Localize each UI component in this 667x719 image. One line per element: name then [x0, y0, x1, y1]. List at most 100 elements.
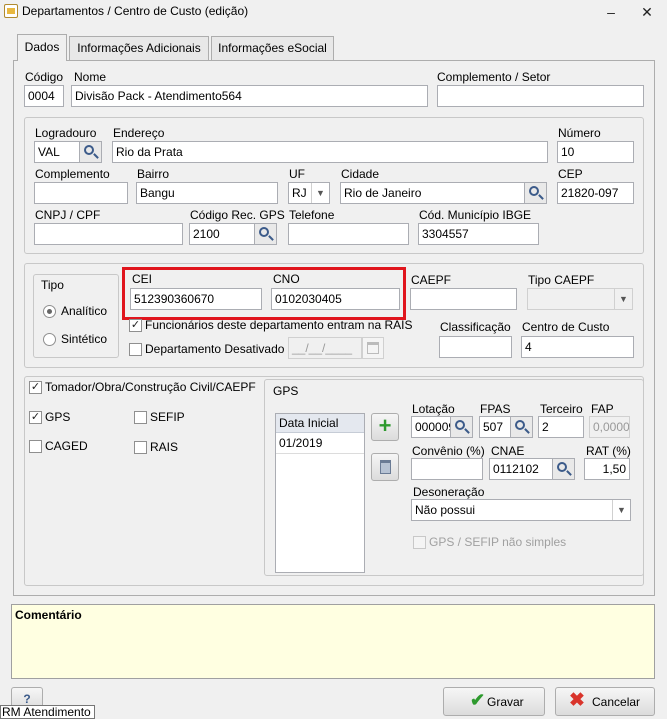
search-icon — [455, 420, 465, 430]
search-icon — [515, 420, 525, 430]
sefip-label: SEFIP — [150, 410, 185, 424]
caepf-label: CAEPF — [411, 273, 452, 287]
tipo-caepf-select[interactable]: ▼ — [527, 288, 633, 310]
centro-custo-label: Centro de Custo — [522, 320, 610, 334]
caged-label: CAGED — [45, 439, 88, 453]
lotacao-input[interactable]: 000009 — [411, 416, 451, 438]
data-inicial-grid[interactable]: Data Inicial 01/2019 — [275, 413, 365, 573]
desoneracao-label: Desoneração — [413, 485, 485, 499]
comment-box[interactable]: Comentário — [11, 604, 655, 679]
tomador-checkbox[interactable]: ✓ — [29, 381, 42, 394]
fpas-input[interactable]: 507 — [479, 416, 511, 438]
delete-button[interactable] — [371, 453, 399, 481]
complemento-input[interactable] — [34, 182, 128, 204]
close-button[interactable]: ✕ — [633, 1, 661, 23]
telefone-label: Telefone — [289, 208, 335, 222]
cancelar-label: Cancelar — [592, 695, 641, 709]
add-button[interactable]: + — [371, 413, 399, 441]
cidade-input[interactable]: Rio de Janeiro — [340, 182, 525, 204]
funcionarios-rais-checkbox[interactable]: ✓ — [129, 319, 142, 332]
codigo-label: Código — [25, 70, 64, 84]
gps-sefip-label: GPS / SEFIP não simples — [429, 535, 567, 549]
desoneracao-value: Não possui — [415, 503, 476, 517]
calendar-icon — [367, 342, 379, 354]
lotacao-search-button[interactable] — [451, 416, 473, 438]
grid-header: Data Inicial — [276, 414, 364, 433]
search-icon — [557, 462, 567, 472]
uf-select[interactable]: RJ ▼ — [288, 182, 330, 204]
tab-informacoes-esocial[interactable]: Informações eSocial — [211, 36, 334, 60]
chevron-down-icon: ▼ — [311, 183, 329, 203]
funcionarios-rais-label: Funcionários deste departamento entram n… — [145, 318, 413, 332]
gps-sefip-checkbox[interactable] — [413, 536, 426, 549]
fpas-label: FPAS — [480, 402, 511, 416]
complemento-label: Complemento — [35, 167, 110, 181]
tomador-label: Tomador/Obra/Construção Civil/CAEPF — [45, 380, 256, 394]
terceiro-input[interactable]: 2 — [538, 416, 584, 438]
check-icon: ✔ — [470, 690, 486, 710]
fap-input[interactable]: 0,0000 — [589, 416, 630, 438]
convenio-input[interactable] — [411, 458, 483, 480]
cep-label: CEP — [558, 167, 583, 181]
bairro-label: Bairro — [137, 167, 170, 181]
cod-rec-gps-input[interactable]: 2100 — [189, 223, 255, 245]
codigo-input[interactable]: 0004 — [24, 85, 64, 107]
endereco-label: Endereço — [113, 126, 165, 140]
cnae-label: CNAE — [491, 444, 525, 458]
bairro-input[interactable]: Bangu — [136, 182, 278, 204]
fap-label: FAP — [591, 402, 614, 416]
comment-label: Comentário — [15, 608, 82, 622]
caepf-input[interactable] — [410, 288, 517, 310]
desoneracao-select[interactable]: Não possui ▼ — [411, 499, 631, 521]
rais-checkbox[interactable] — [134, 441, 147, 454]
chevron-down-icon: ▼ — [614, 289, 632, 309]
telefone-input[interactable] — [288, 223, 409, 245]
cnae-input[interactable]: 0112102 — [489, 458, 553, 480]
sefip-checkbox[interactable] — [134, 411, 147, 424]
cnae-search-button[interactable] — [553, 458, 575, 480]
sintetico-radio[interactable] — [43, 333, 56, 346]
convenio-label: Convênio (%) — [412, 444, 485, 458]
tooltip: RM Atendimento — [0, 705, 95, 719]
search-icon — [529, 186, 539, 196]
cep-input[interactable]: 21820-097 — [557, 182, 634, 204]
logradouro-input[interactable]: VAL — [34, 141, 80, 163]
caged-checkbox[interactable] — [29, 440, 42, 453]
cancelar-button[interactable]: ✖ Cancelar — [555, 687, 655, 716]
chevron-down-icon: ▼ — [612, 500, 630, 520]
search-icon — [259, 227, 269, 237]
logradouro-search-button[interactable] — [80, 141, 102, 163]
cod-rec-gps-label: Código Rec. GPS — [190, 208, 285, 222]
numero-input[interactable]: 10 — [557, 141, 634, 163]
cod-municipio-label: Cód. Município IBGE — [419, 208, 532, 222]
gps-checkbox[interactable]: ✓ — [29, 411, 42, 424]
departamento-desativado-checkbox[interactable] — [129, 343, 142, 356]
complemento-setor-input[interactable] — [437, 85, 644, 107]
logradouro-label: Logradouro — [35, 126, 97, 140]
centro-custo-input[interactable]: 4 — [521, 336, 634, 358]
classificacao-label: Classificação — [440, 320, 511, 334]
gps-legend: GPS — [273, 384, 299, 398]
rat-input[interactable]: 1,50 — [584, 458, 630, 480]
cnpj-cpf-input[interactable] — [34, 223, 183, 245]
minimize-button[interactable]: – — [597, 1, 625, 23]
cancel-icon: ✖ — [569, 690, 585, 711]
gravar-button[interactable]: ✔ Gravar — [443, 687, 545, 716]
nome-label: Nome — [74, 70, 107, 84]
calendar-button[interactable] — [362, 337, 384, 359]
grid-row[interactable]: 01/2019 — [276, 433, 364, 454]
tab-informacoes-adicionais[interactable]: Informações Adicionais — [69, 36, 209, 60]
classificacao-input[interactable] — [439, 336, 512, 358]
desativado-date-input[interactable]: __/__/____ — [288, 337, 362, 359]
cidade-search-button[interactable] — [525, 182, 547, 204]
lotacao-label: Lotação — [412, 402, 455, 416]
endereco-input[interactable]: Rio da Prata — [112, 141, 548, 163]
cod-rec-gps-search-button[interactable] — [255, 223, 277, 245]
tab-dados[interactable]: Dados — [17, 34, 67, 61]
cod-municipio-input[interactable]: 3304557 — [418, 223, 539, 245]
fpas-search-button[interactable] — [511, 416, 533, 438]
analitico-radio[interactable] — [43, 305, 56, 318]
trash-icon — [380, 460, 391, 474]
nome-input[interactable]: Divisão Pack - Atendimento564 — [71, 85, 428, 107]
app-icon — [4, 4, 18, 18]
